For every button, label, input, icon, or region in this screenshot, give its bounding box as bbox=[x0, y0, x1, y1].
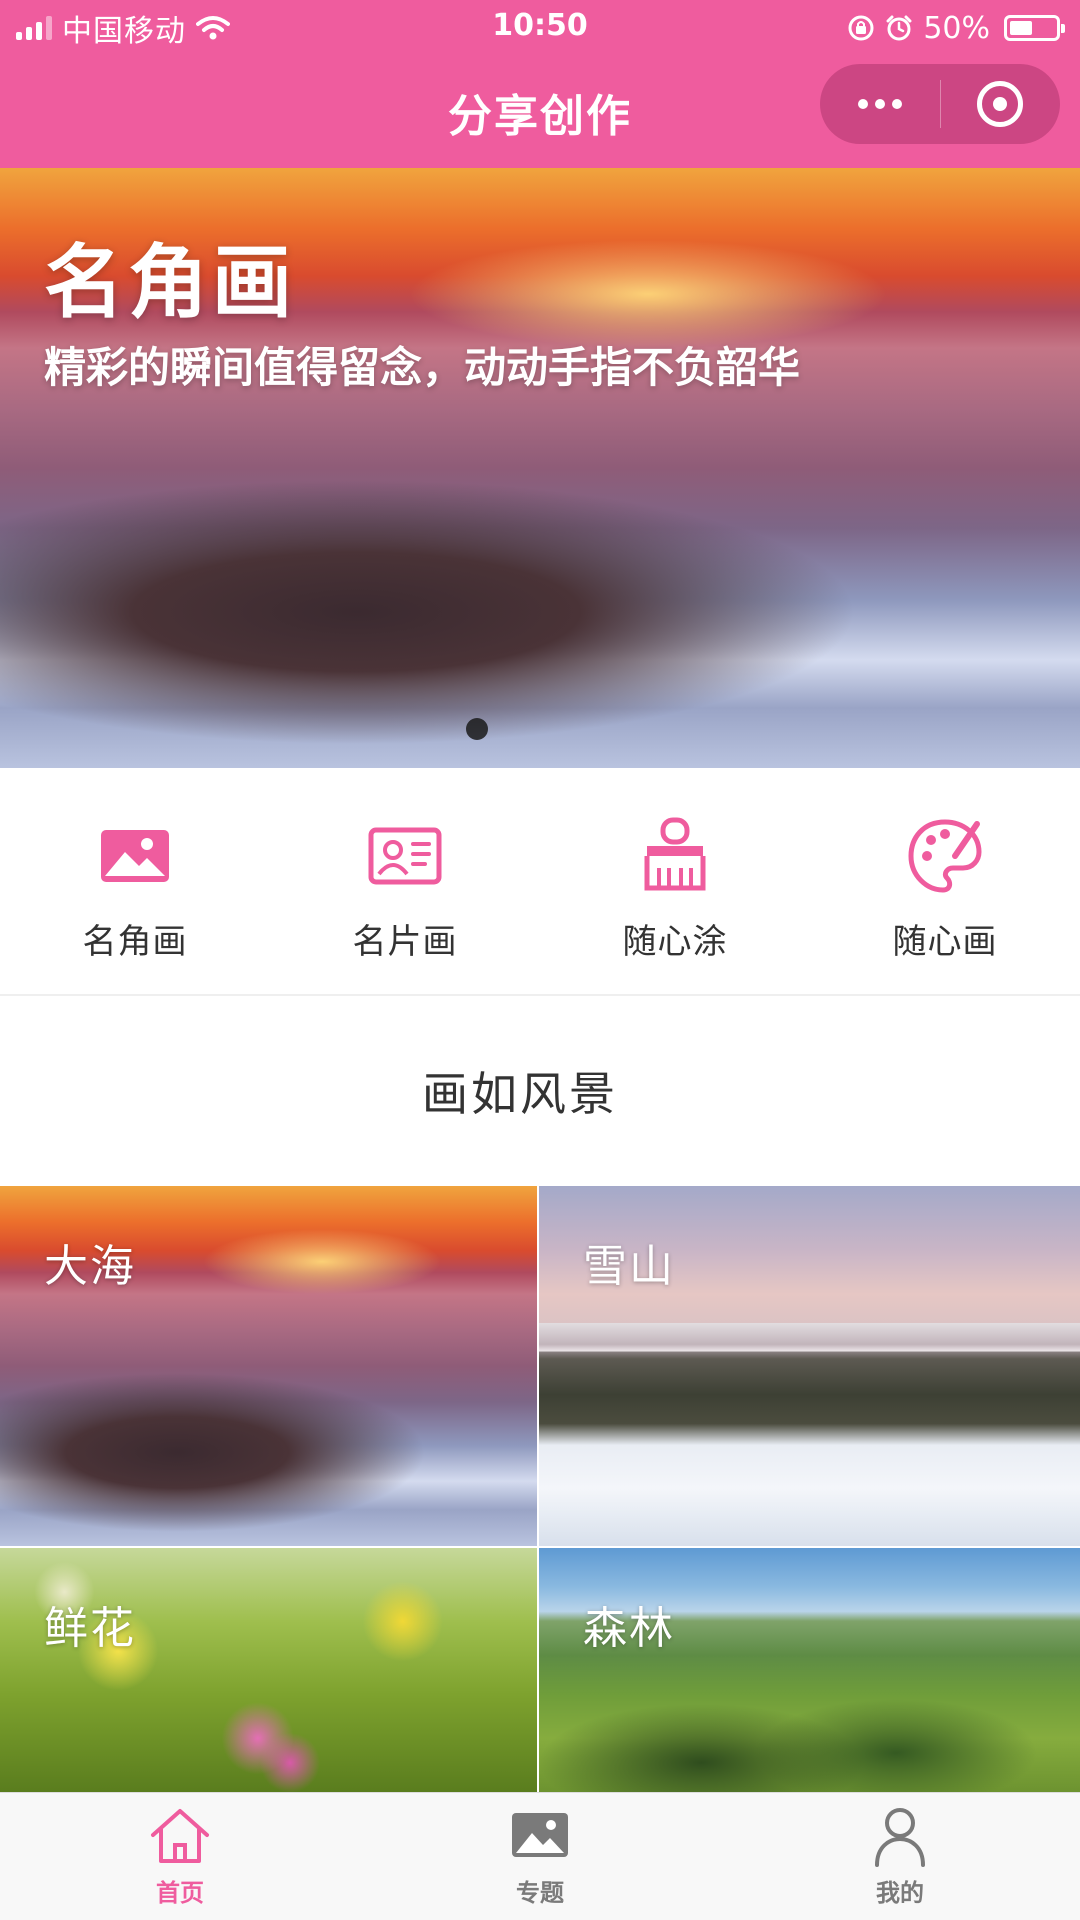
tile-label: 雪山 bbox=[583, 1241, 675, 1292]
tile-label: 森林 bbox=[583, 1603, 675, 1654]
feature-label: 名角画 bbox=[82, 922, 188, 962]
carousel-indicator-dot bbox=[466, 718, 488, 740]
banner-carousel[interactable]: 名角画 精彩的瞬间值得留念，动动手指不负韶华 bbox=[0, 168, 1080, 768]
section-title: 画如风景 bbox=[422, 1067, 618, 1121]
palette-icon bbox=[908, 819, 982, 893]
feature-item-mingpianhua[interactable]: 名片画 bbox=[270, 768, 540, 994]
paint-brush-icon bbox=[644, 817, 706, 891]
nav-bar: 分享创作 bbox=[0, 56, 1080, 168]
feature-item-minjiaohua[interactable]: 名角画 bbox=[0, 768, 270, 994]
tab-label: 专题 bbox=[516, 1879, 564, 1907]
tab-home[interactable]: 首页 bbox=[0, 1793, 360, 1920]
alarm-icon bbox=[886, 15, 912, 41]
feature-label: 随心涂 bbox=[622, 922, 728, 962]
tab-topics[interactable]: 专题 bbox=[360, 1793, 720, 1920]
tile-snow-mountain[interactable]: 雪山 bbox=[539, 1186, 1080, 1546]
rotation-lock-icon bbox=[848, 15, 874, 41]
tile-sea[interactable]: 大海 bbox=[0, 1186, 537, 1546]
battery-percent: 50% bbox=[923, 10, 990, 46]
mini-program-capsule bbox=[820, 64, 1060, 144]
status-right: 50% bbox=[847, 10, 1065, 46]
tab-mine[interactable]: 我的 bbox=[720, 1793, 1080, 1920]
picture-icon bbox=[512, 1813, 568, 1857]
more-dots-icon bbox=[857, 99, 902, 109]
battery-icon bbox=[1004, 15, 1065, 41]
scenery-grid: 大海 雪山 鲜花 森林 bbox=[0, 1186, 1080, 1792]
feature-menu: 名角画 名片画 随心涂 随心画 bbox=[0, 768, 1080, 996]
user-icon bbox=[875, 1808, 925, 1867]
feature-label: 名片画 bbox=[352, 922, 458, 962]
more-button[interactable] bbox=[820, 64, 940, 144]
close-button[interactable] bbox=[941, 64, 1061, 144]
picture-icon bbox=[101, 830, 169, 882]
tab-label: 首页 bbox=[156, 1879, 204, 1907]
tile-forest[interactable]: 森林 bbox=[539, 1548, 1080, 1792]
business-card-icon bbox=[368, 827, 442, 885]
home-icon bbox=[151, 1809, 209, 1863]
feature-item-suixinhua[interactable]: 随心画 bbox=[810, 768, 1080, 994]
feature-label: 随心画 bbox=[892, 922, 998, 962]
status-bar: 中国移动 10:50 50% bbox=[0, 0, 1080, 56]
banner-subtitle: 精彩的瞬间值得留念，动动手指不负韶华 bbox=[44, 343, 801, 392]
top-bar: 中国移动 10:50 50% 分享创作 bbox=[0, 0, 1080, 168]
feature-item-suixintu[interactable]: 随心涂 bbox=[540, 768, 810, 994]
bottom-tab-bar: 首页 专题 我的 bbox=[0, 1792, 1080, 1920]
tab-label: 我的 bbox=[876, 1879, 924, 1907]
tile-flowers[interactable]: 鲜花 bbox=[0, 1548, 537, 1792]
banner-title: 名角画 bbox=[44, 236, 296, 329]
tile-label: 大海 bbox=[44, 1241, 136, 1292]
app-screen: 中国移动 10:50 50% 分享创作 名角画 精彩的瞬间值得留念，动动手指不负… bbox=[0, 0, 1080, 1920]
tile-label: 鲜花 bbox=[44, 1603, 136, 1654]
target-circle-icon bbox=[977, 81, 1024, 127]
